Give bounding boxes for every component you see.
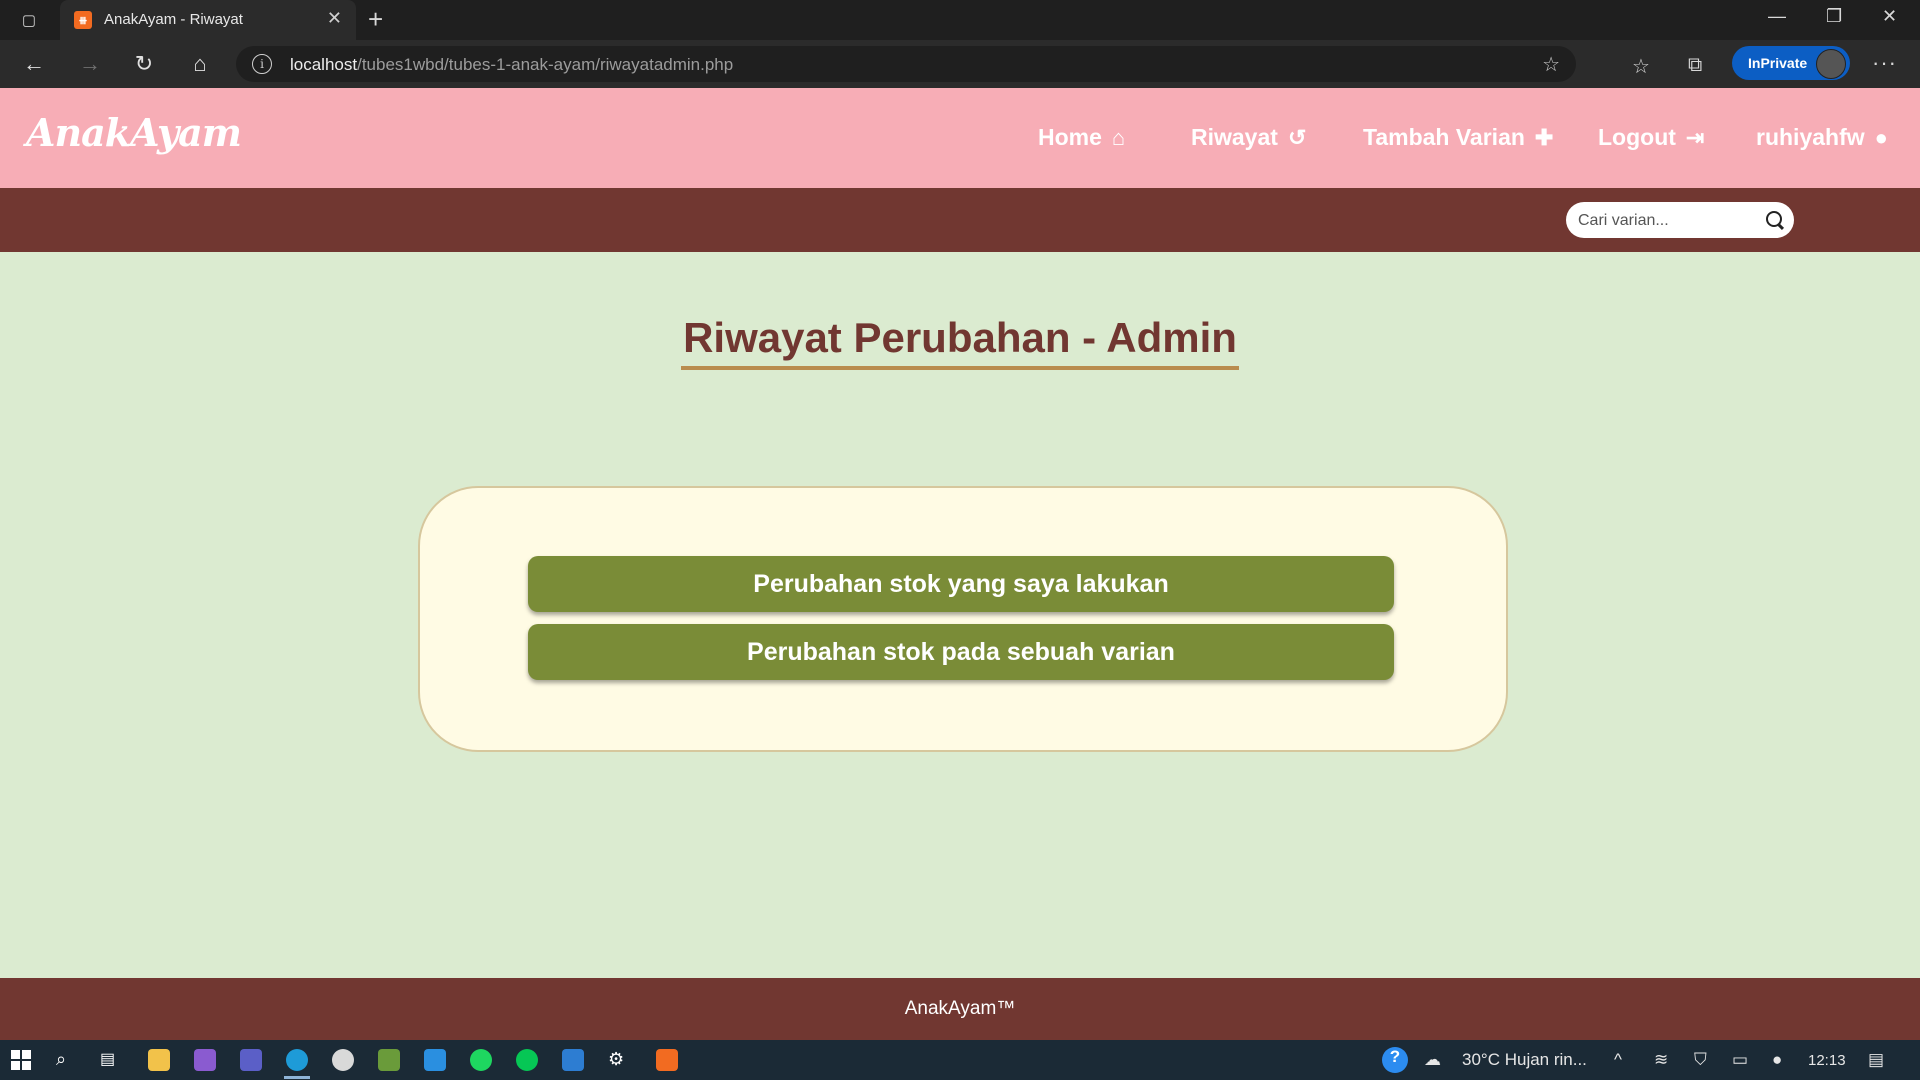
browser-tab[interactable]: ⧻ AnakAyam - Riwayat ✕	[60, 0, 356, 40]
notepad-icon[interactable]	[378, 1049, 400, 1071]
nav-user[interactable]: ruhiyahfw ●	[1756, 124, 1888, 151]
microphone-icon[interactable]: ●	[1772, 1050, 1782, 1070]
refresh-icon[interactable]: ↻	[128, 48, 160, 80]
url-text[interactable]: localhost/tubes1wbd/tubes-1-anak-ayam/ri…	[290, 55, 733, 75]
site-footer: AnakAyam™	[0, 978, 1920, 1040]
task-view-icon[interactable]: ▤	[100, 1049, 122, 1071]
line-icon[interactable]	[516, 1049, 538, 1071]
history-icon: ↺	[1287, 124, 1307, 150]
teams-icon[interactable]	[240, 1049, 262, 1071]
site-logo[interactable]: AnakAyam	[26, 110, 242, 155]
nav-logout-label: Logout	[1598, 124, 1676, 150]
photos-icon[interactable]	[562, 1049, 584, 1071]
back-icon[interactable]: ←	[18, 48, 50, 80]
url-path: /tubes1wbd/tubes-1-anak-ayam/riwayatadmi…	[357, 55, 734, 74]
restore-icon[interactable]: ❐	[1826, 6, 1842, 27]
help-icon[interactable]: ?	[1382, 1047, 1408, 1073]
history-options-card: Perubahan stok yang saya lakukan Perubah…	[418, 486, 1508, 752]
user-icon: ●	[1874, 124, 1888, 150]
notifications-icon[interactable]: ▤	[1868, 1050, 1884, 1070]
nav-home[interactable]: Home ⌂	[1038, 124, 1125, 151]
browser-toolbar: ← → ↻ ⌂ i localhost/tubes1wbd/tubes-1-an…	[0, 40, 1920, 88]
search-icon[interactable]: ⌕	[56, 1049, 78, 1071]
info-icon[interactable]: i	[252, 54, 272, 74]
nav-home-label: Home	[1038, 124, 1102, 150]
vscode-icon[interactable]	[424, 1049, 446, 1071]
house-icon: ⌂	[1111, 124, 1126, 150]
footer-text: AnakAyam™	[904, 998, 1016, 1019]
nav-riwayat-label: Riwayat	[1191, 124, 1278, 150]
home-icon[interactable]: ⌂	[184, 48, 216, 80]
edge-icon[interactable]	[286, 1049, 308, 1071]
nav-tambah-label: Tambah Varian	[1363, 124, 1525, 150]
file-explorer-icon[interactable]	[148, 1049, 170, 1071]
favorite-add-icon[interactable]: ☆	[1542, 52, 1560, 77]
favorites-icon[interactable]: ☆	[1632, 54, 1650, 79]
more-icon[interactable]: ···	[1872, 50, 1897, 76]
window-close-icon[interactable]: ✕	[1882, 6, 1897, 27]
chevron-up-icon[interactable]: ^	[1614, 1050, 1622, 1070]
xampp-icon[interactable]	[656, 1049, 678, 1071]
xampp-favicon-icon: ⧻	[74, 11, 92, 29]
minimize-icon[interactable]: —	[1768, 6, 1786, 27]
weather-cloud-icon: ☁	[1424, 1050, 1441, 1069]
forward-icon[interactable]: →	[74, 48, 106, 80]
windows-taskbar: ⌕ ▤ ⚙ ? ☁ 30°C Hujan rin... ^ ≋ ⛉ ▭ ● 12…	[0, 1040, 1920, 1080]
settings-gear-icon[interactable]: ⚙	[608, 1049, 630, 1071]
plus-icon: ✚	[1534, 124, 1554, 150]
address-bar[interactable]: i localhost/tubes1wbd/tubes-1-anak-ayam/…	[236, 46, 1576, 82]
logout-icon: ⇥	[1685, 124, 1705, 150]
inprivate-badge[interactable]: InPrivate	[1732, 46, 1850, 80]
search-bar-strip	[0, 188, 1920, 252]
site-header: AnakAyam Home ⌂ Riwayat ↺ Tambah Varian …	[0, 88, 1920, 188]
collections-icon[interactable]: ⧉	[1688, 54, 1702, 77]
url-host: localhost	[290, 55, 358, 74]
tab-actions-icon[interactable]: ▢	[14, 7, 44, 33]
page-title-wrap: Riwayat Perubahan - Admin	[0, 314, 1920, 370]
battery-icon[interactable]: ▭	[1732, 1050, 1748, 1070]
shield-icon[interactable]: ⛉	[1694, 1050, 1707, 1070]
clock-time[interactable]: 12:13	[1808, 1052, 1846, 1069]
weather-text[interactable]: 30°C Hujan rin...	[1462, 1050, 1587, 1070]
nav-user-label: ruhiyahfw	[1756, 124, 1865, 150]
inprivate-label: InPrivate	[1748, 55, 1808, 71]
browser-tab-bar: ▢ ⧻ AnakAyam - Riwayat ✕ + — ❐ ✕	[0, 0, 1920, 40]
nav-tambah-varian[interactable]: Tambah Varian ✚	[1363, 124, 1553, 151]
nav-riwayat[interactable]: Riwayat ↺	[1191, 124, 1306, 151]
search-input[interactable]	[1576, 206, 1760, 236]
search-icon[interactable]	[1766, 211, 1782, 227]
search-box	[1566, 202, 1794, 238]
main-content: Riwayat Perubahan - Admin Perubahan stok…	[0, 252, 1920, 978]
visual-studio-icon[interactable]	[194, 1049, 216, 1071]
spotify-icon[interactable]	[470, 1049, 492, 1071]
windows-start-icon[interactable]	[10, 1049, 32, 1071]
wifi-icon[interactable]: ≋	[1654, 1050, 1668, 1070]
avatar	[1816, 49, 1846, 79]
tab-close-icon[interactable]: ✕	[327, 8, 342, 29]
tab-title: AnakAyam - Riwayat	[104, 11, 243, 28]
my-stock-changes-button[interactable]: Perubahan stok yang saya lakukan	[528, 556, 1394, 612]
page-title: Riwayat Perubahan - Admin	[681, 314, 1239, 370]
snipping-tool-icon[interactable]	[332, 1049, 354, 1071]
active-app-indicator	[284, 1076, 310, 1079]
variant-stock-changes-button[interactable]: Perubahan stok pada sebuah varian	[528, 624, 1394, 680]
nav-logout[interactable]: Logout ⇥	[1598, 124, 1704, 151]
new-tab-icon[interactable]: +	[368, 4, 383, 35]
